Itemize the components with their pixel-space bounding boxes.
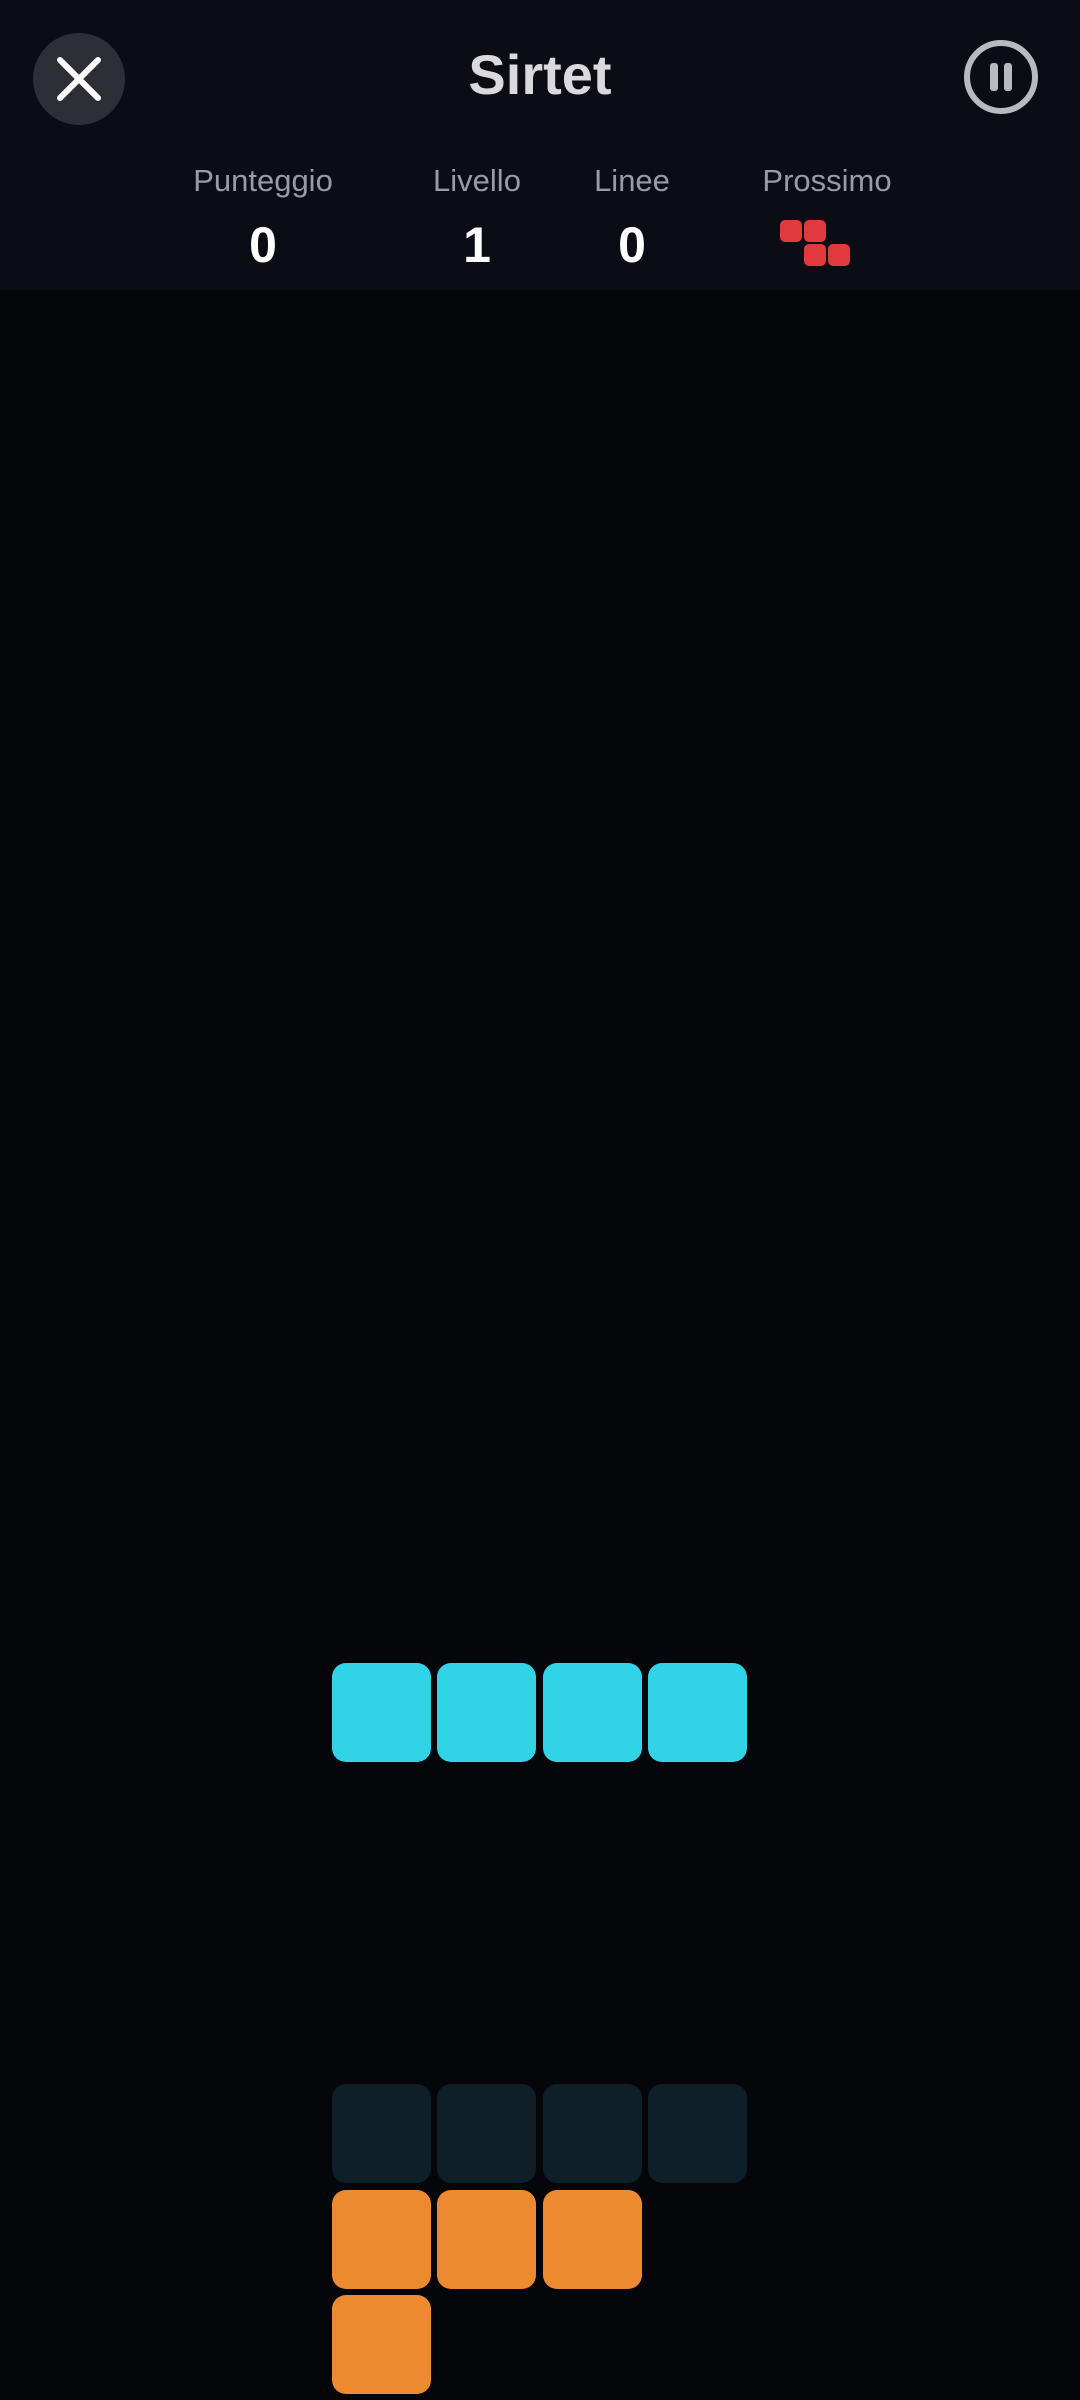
pause-icon [1004, 63, 1012, 91]
score-stat: Punteggio 0 [193, 160, 333, 280]
level-stat: Livello 1 [417, 160, 537, 280]
ghost-piece-block [543, 2084, 642, 2183]
lines-value: 0 [618, 217, 646, 273]
level-value: 1 [463, 217, 491, 273]
game-board[interactable] [0, 290, 1080, 2400]
score-label: Punteggio [193, 163, 333, 198]
active-piece-block [332, 1663, 431, 1762]
ghost-piece-block [437, 2084, 536, 2183]
active-piece-block [543, 1663, 642, 1762]
next-piece-stat: Prossimo [752, 160, 902, 202]
pause-icon [990, 63, 998, 91]
locked-block [332, 2295, 431, 2394]
locked-block [543, 2190, 642, 2289]
next-piece-preview [780, 218, 852, 266]
next-piece-block [804, 244, 826, 266]
next-piece-block [828, 244, 850, 266]
ghost-piece-block [332, 2084, 431, 2183]
pause-button[interactable] [964, 40, 1038, 114]
next-piece-label: Prossimo [762, 163, 892, 198]
next-piece-block [804, 220, 826, 242]
score-value: 0 [249, 217, 277, 273]
active-piece-block [437, 1663, 536, 1762]
lines-label: Linee [594, 163, 670, 198]
level-label: Livello [433, 163, 521, 198]
game-header: Sirtet Punteggio 0 Livello 1 Linee 0 Pro… [0, 0, 1080, 290]
locked-block [437, 2190, 536, 2289]
game-title: Sirtet [468, 43, 612, 106]
active-piece-block [648, 1663, 747, 1762]
ghost-piece-block [648, 2084, 747, 2183]
lines-stat: Linee 0 [582, 160, 682, 280]
next-piece-block [780, 220, 802, 242]
locked-block [332, 2190, 431, 2289]
